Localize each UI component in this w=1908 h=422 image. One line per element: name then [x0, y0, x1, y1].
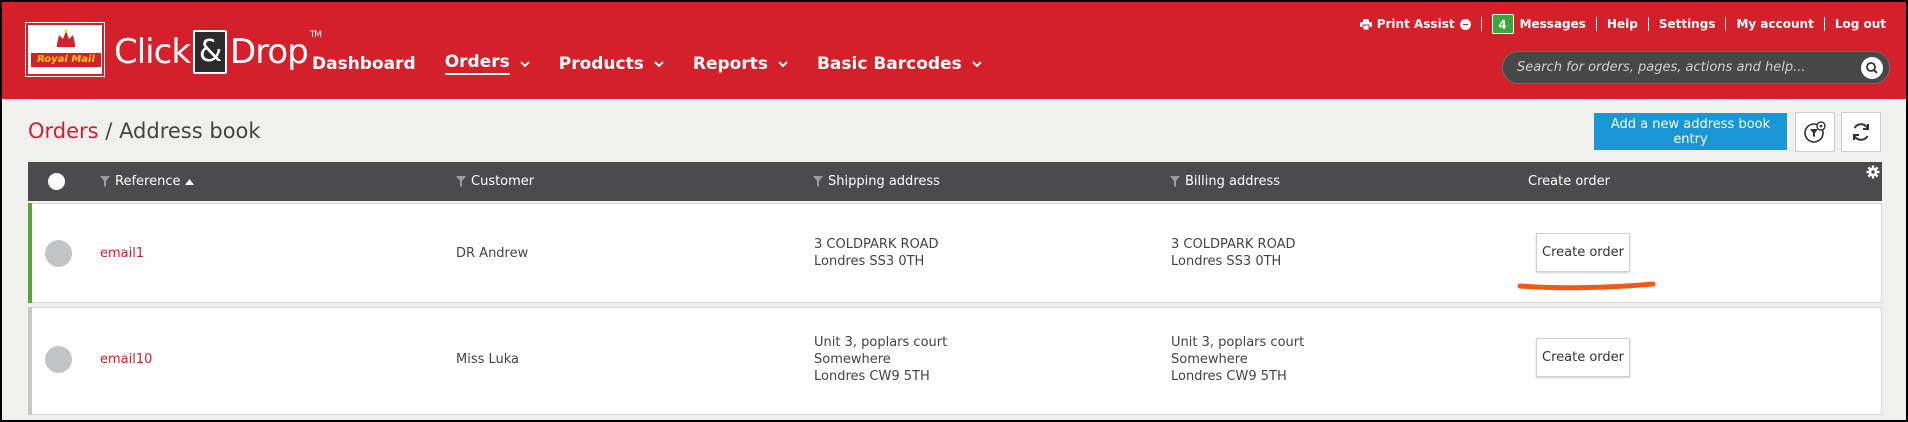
- column-header-reference[interactable]: Reference: [100, 174, 195, 189]
- printer-icon: [1359, 18, 1372, 30]
- reference-link[interactable]: email1: [100, 245, 144, 262]
- row-select-checkbox[interactable]: [45, 240, 72, 267]
- page-title: Address book: [119, 119, 261, 143]
- disconnected-icon: [1459, 18, 1471, 30]
- customer-name: Miss Luka: [456, 352, 520, 367]
- messages-label: Messages: [1519, 17, 1586, 31]
- create-order-button[interactable]: Create order: [1536, 338, 1630, 377]
- billing-address-line: Londres CW9 5TH: [1171, 369, 1287, 384]
- global-search: [1502, 51, 1890, 84]
- search-button[interactable]: [1861, 57, 1883, 79]
- refresh-button[interactable]: [1841, 112, 1881, 152]
- trademark-mark: TM: [309, 30, 322, 40]
- messages-link[interactable]: 4 Messages: [1491, 14, 1586, 34]
- create-order-button[interactable]: Create order: [1536, 233, 1630, 272]
- column-header-billing-address[interactable]: Billing address: [1170, 174, 1280, 189]
- divider: [1823, 17, 1825, 31]
- shipping-address-line: 3 COLDPARK ROAD: [814, 237, 939, 252]
- customer-name: DR Andrew: [456, 246, 529, 261]
- column-header-shipping-address[interactable]: Shipping address: [813, 174, 940, 189]
- column-header-create-order: Create order: [1528, 174, 1610, 189]
- messages-count-badge: 4: [1491, 14, 1514, 34]
- nav-dashboard-label: Dashboard: [312, 53, 416, 74]
- print-assist-link[interactable]: Print Assist: [1359, 17, 1471, 31]
- column-header-customer[interactable]: Customer: [456, 174, 534, 189]
- chevron-down-icon: [520, 60, 530, 67]
- filter-gear-icon: [1804, 121, 1826, 143]
- billing-address-line: 3 COLDPARK ROAD: [1171, 237, 1296, 252]
- billing-address-line: Unit 3, poplars court: [1171, 335, 1305, 350]
- customer-header-label: Customer: [471, 174, 535, 189]
- print-assist-label: Print Assist: [1376, 17, 1455, 31]
- filter-icon: [100, 176, 110, 187]
- billing-address-line: Somewhere: [1171, 352, 1248, 367]
- nav-basic-barcodes[interactable]: Basic Barcodes: [817, 52, 982, 75]
- billing-address: Unit 3, poplars court Somewhere Londres …: [1171, 334, 1304, 385]
- brand-ampersand: &: [193, 30, 228, 74]
- divider: [1595, 17, 1597, 31]
- filter-icon: [813, 176, 823, 187]
- nav-products[interactable]: Products: [559, 52, 664, 75]
- billing-address: 3 COLDPARK ROAD Londres SS3 0TH: [1171, 236, 1296, 270]
- search-icon: [1866, 62, 1878, 74]
- header-bar: Royal Mail Click & Drop TM Dashboard Ord…: [2, 2, 1906, 99]
- billing-address-line: Londres SS3 0TH: [1171, 254, 1282, 269]
- crown-icon: [57, 29, 75, 47]
- log-out-link[interactable]: Log out: [1835, 17, 1886, 31]
- filter-icon: [456, 176, 466, 187]
- row-selected-indicator: [28, 203, 32, 303]
- shipping-header-label: Shipping address: [828, 174, 940, 189]
- select-all-checkbox[interactable]: [48, 173, 65, 190]
- nav-orders-label: Orders: [444, 52, 510, 75]
- annotation-underline: [1517, 281, 1656, 291]
- add-address-book-entry-button[interactable]: Add a new address book entry: [1594, 113, 1787, 150]
- shipping-address-line: Londres CW9 5TH: [814, 369, 930, 384]
- breadcrumb-separator: /: [98, 119, 120, 143]
- reference-header-label: Reference: [115, 174, 181, 189]
- breadcrumb-orders-link[interactable]: Orders: [28, 119, 99, 143]
- nav-reports-label: Reports: [692, 53, 768, 74]
- app-frame: Royal Mail Click & Drop TM Dashboard Ord…: [2, 2, 1906, 420]
- divider: [1480, 17, 1482, 31]
- billing-header-label: Billing address: [1185, 174, 1281, 189]
- reference-link[interactable]: email10: [100, 351, 152, 368]
- nav-dashboard[interactable]: Dashboard: [312, 52, 416, 75]
- royal-mail-logo-text: Royal Mail: [31, 53, 101, 67]
- divider: [1647, 17, 1649, 31]
- refresh-icon: [1853, 123, 1869, 141]
- breadcrumb: Orders / Address book: [28, 119, 261, 143]
- nav-orders[interactable]: Orders: [444, 52, 530, 75]
- filter-settings-button[interactable]: [1795, 112, 1835, 152]
- nav-products-label: Products: [558, 53, 644, 74]
- chevron-down-icon: [654, 60, 664, 67]
- row-select-checkbox[interactable]: [45, 346, 72, 373]
- shipping-address-line: Unit 3, poplars court: [814, 335, 948, 350]
- royal-mail-logo[interactable]: Royal Mail: [25, 22, 105, 77]
- filter-icon: [1170, 176, 1180, 187]
- gear-icon[interactable]: [1866, 165, 1880, 179]
- shipping-address-line: Somewhere: [814, 352, 891, 367]
- shipping-address: Unit 3, poplars court Somewhere Londres …: [814, 334, 947, 385]
- divider: [1725, 17, 1727, 31]
- chevron-down-icon: [972, 60, 982, 67]
- row-status-indicator: [28, 307, 32, 415]
- brand-name-click: Click: [114, 32, 191, 72]
- top-links: Print Assist 4 Messages Help Settings My…: [1359, 14, 1886, 34]
- brand-name-drop: Drop: [230, 32, 309, 72]
- table-row[interactable]: email10 Miss Luka Unit 3, poplars court …: [28, 307, 1882, 415]
- chevron-down-icon: [778, 60, 788, 67]
- click-and-drop-brand[interactable]: Click & Drop TM: [114, 28, 322, 76]
- nav-reports[interactable]: Reports: [693, 52, 788, 75]
- help-link[interactable]: Help: [1607, 17, 1638, 31]
- nav-basic-barcodes-label: Basic Barcodes: [816, 53, 962, 74]
- settings-link[interactable]: Settings: [1659, 17, 1716, 31]
- shipping-address-line: Londres SS3 0TH: [814, 254, 925, 269]
- create-order-header-label: Create order: [1528, 174, 1610, 189]
- shipping-address: 3 COLDPARK ROAD Londres SS3 0TH: [814, 236, 939, 270]
- sort-ascending-icon: [185, 178, 195, 185]
- main-nav: Dashboard Orders Products Reports Basic …: [312, 52, 1011, 75]
- my-account-link[interactable]: My account: [1736, 17, 1813, 31]
- table-header: Reference Customer Shipping address Bill…: [28, 162, 1882, 201]
- search-input[interactable]: [1517, 60, 1847, 75]
